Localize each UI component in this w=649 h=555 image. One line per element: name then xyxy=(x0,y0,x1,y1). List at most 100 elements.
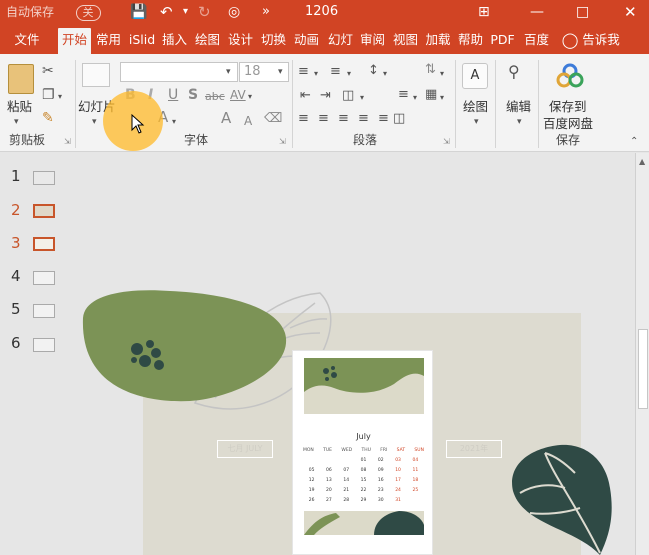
present-icon[interactable]: ◎ xyxy=(228,0,240,24)
clear-format-icon[interactable]: ⌫ xyxy=(264,111,282,127)
day-cell: 20 xyxy=(326,488,332,493)
shadow-button[interactable]: S xyxy=(188,87,198,103)
clipboard-launcher-icon[interactable]: ⇲ xyxy=(64,134,71,150)
slide-thumbnail-1[interactable] xyxy=(33,171,55,185)
line-spacing-icon[interactable]: ↕ xyxy=(368,63,379,79)
autosave-toggle[interactable]: 关 xyxy=(62,0,114,24)
font-name-dropdown-icon[interactable]: ▾ xyxy=(226,64,231,80)
cut-icon[interactable]: ✂ xyxy=(42,63,54,79)
copy-dropdown-icon[interactable]: ▾ xyxy=(58,89,62,105)
baidu-cloud-icon[interactable] xyxy=(556,63,584,89)
numbering-dropdown-icon[interactable]: ▾ xyxy=(347,66,351,82)
format-painter-icon[interactable]: ✎ xyxy=(42,110,54,126)
tab-design[interactable]: 设计 xyxy=(225,28,256,54)
decrease-font-button[interactable]: A xyxy=(244,113,252,129)
tab-insert[interactable]: 插入 xyxy=(159,28,190,54)
underline-button[interactable]: U xyxy=(168,87,178,103)
tab-help[interactable]: 帮助 xyxy=(455,28,486,54)
slide-thumbnail-2[interactable] xyxy=(33,204,55,218)
scrollbar-thumb[interactable] xyxy=(638,329,648,409)
tab-islide[interactable]: iSlid xyxy=(126,28,158,54)
align-center-icon[interactable]: ≡ xyxy=(318,111,329,127)
undo-icon[interactable]: ↶ xyxy=(160,0,173,24)
numbering-icon[interactable]: ≡ xyxy=(330,64,341,80)
bullets-icon[interactable]: ≡ xyxy=(298,64,309,80)
maximize-icon[interactable]: □ xyxy=(576,0,589,24)
new-slide-dropdown-icon[interactable]: ▾ xyxy=(92,114,97,130)
weekday-thu: THU xyxy=(361,448,371,453)
smartart-dropdown-icon[interactable]: ▾ xyxy=(440,90,444,106)
char-spacing-button[interactable]: AV xyxy=(230,87,246,103)
line-spacing-dropdown-icon[interactable]: ▾ xyxy=(383,66,387,82)
column-layout-icon[interactable]: ◫ xyxy=(393,111,405,127)
align-text-dropdown-icon[interactable]: ▾ xyxy=(413,90,417,106)
tab-slideshow[interactable]: 幻灯 xyxy=(324,28,357,54)
scroll-up-icon[interactable]: ▲ xyxy=(639,157,645,166)
smartart-icon[interactable]: ▦ xyxy=(425,87,437,103)
tab-addins[interactable]: 加载 xyxy=(422,28,454,54)
tab-baidu[interactable]: 百度 xyxy=(520,28,553,54)
tab-common[interactable]: 常用 xyxy=(92,28,125,54)
strikethrough-button[interactable]: abc xyxy=(205,89,225,105)
editing-button[interactable]: 编辑 xyxy=(506,96,531,115)
tab-review[interactable]: 审阅 xyxy=(357,28,388,54)
tab-animations[interactable]: 动画 xyxy=(291,28,322,54)
calendar-card[interactable]: July MON TUE WED THU FRI SAT SUN 01 02 03 0… xyxy=(292,350,433,555)
lightbulb-icon[interactable]: ◯ xyxy=(560,28,580,54)
increase-indent-icon[interactable]: ⇥ xyxy=(320,88,331,104)
tell-me-search[interactable]: 告诉我 xyxy=(580,28,622,54)
minimize-icon[interactable]: — xyxy=(530,0,544,24)
paragraph-launcher-icon[interactable]: ⇲ xyxy=(443,134,450,150)
decrease-indent-icon[interactable]: ⇤ xyxy=(300,88,311,104)
font-size-dropdown-icon[interactable]: ▾ xyxy=(278,64,283,80)
tab-draw[interactable]: 绘图 xyxy=(192,28,223,54)
justify-icon[interactable]: ≡ xyxy=(358,111,369,127)
close-icon[interactable]: ✕ xyxy=(624,0,637,24)
tab-view[interactable]: 视图 xyxy=(390,28,421,54)
find-icon[interactable]: ⚲ xyxy=(508,64,520,80)
collapse-ribbon-icon[interactable]: ⌃ xyxy=(630,134,638,150)
day-cell: 27 xyxy=(326,498,332,503)
drawing-dropdown-icon[interactable]: ▾ xyxy=(474,114,479,130)
editing-dropdown-icon[interactable]: ▾ xyxy=(517,114,522,130)
more-commands-icon[interactable]: » xyxy=(262,0,270,24)
increase-font-button[interactable]: A xyxy=(221,110,231,126)
day-cell: 14 xyxy=(343,478,350,483)
paste-button[interactable]: 粘贴 xyxy=(7,96,32,115)
ribbon-display-icon[interactable]: ⊞ xyxy=(478,0,490,24)
save-icon[interactable]: 💾 xyxy=(130,0,147,24)
tab-pdf[interactable]: PDF xyxy=(487,28,518,54)
slide-thumbnail-4[interactable] xyxy=(33,271,55,285)
redo-icon[interactable]: ↻ xyxy=(198,0,211,24)
autosave-state: 关 xyxy=(75,5,101,21)
align-left-icon[interactable]: ≡ xyxy=(298,111,309,127)
columns-dropdown-icon[interactable]: ▾ xyxy=(360,90,364,106)
font-launcher-icon[interactable]: ⇲ xyxy=(279,134,286,150)
char-spacing-dropdown-icon[interactable]: ▾ xyxy=(248,89,252,105)
shapes-icon[interactable]: A xyxy=(462,63,488,89)
undo-dropdown-icon[interactable]: ▾ xyxy=(183,0,188,24)
font-color-dropdown-icon[interactable]: ▾ xyxy=(172,114,176,130)
paste-icon[interactable] xyxy=(8,64,34,94)
slide-thumbnail-5[interactable] xyxy=(33,304,55,318)
text-direction-icon[interactable]: ⇅ xyxy=(425,62,436,78)
vertical-scrollbar[interactable]: ▲ xyxy=(635,153,649,555)
copy-icon[interactable]: ❐ xyxy=(42,87,55,103)
tab-transitions[interactable]: 切换 xyxy=(258,28,289,54)
save-to-baidu-line2[interactable]: 百度网盘 xyxy=(543,113,593,132)
font-name-field[interactable] xyxy=(120,62,238,82)
align-right-icon[interactable]: ≡ xyxy=(338,111,349,127)
slide-thumbnail-3[interactable] xyxy=(33,237,55,251)
tab-home[interactable]: 开始 xyxy=(58,28,91,54)
slide-thumbnail-6[interactable] xyxy=(33,338,55,352)
paste-dropdown-icon[interactable]: ▾ xyxy=(14,114,19,130)
columns-icon[interactable]: ◫ xyxy=(342,88,354,104)
new-slide-icon[interactable] xyxy=(82,63,110,87)
slide-editing-canvas[interactable]: 七月 JULY 2021年 July MON TUE WED THU FRI S… xyxy=(75,153,635,555)
text-direction-dropdown-icon[interactable]: ▾ xyxy=(440,66,444,82)
tab-file[interactable]: 文件 xyxy=(6,28,48,54)
distribute-icon[interactable]: ≡ xyxy=(378,111,389,127)
bullets-dropdown-icon[interactable]: ▾ xyxy=(314,66,318,82)
align-text-icon[interactable]: ≡ xyxy=(398,87,409,103)
drawing-button[interactable]: 绘图 xyxy=(463,96,488,115)
